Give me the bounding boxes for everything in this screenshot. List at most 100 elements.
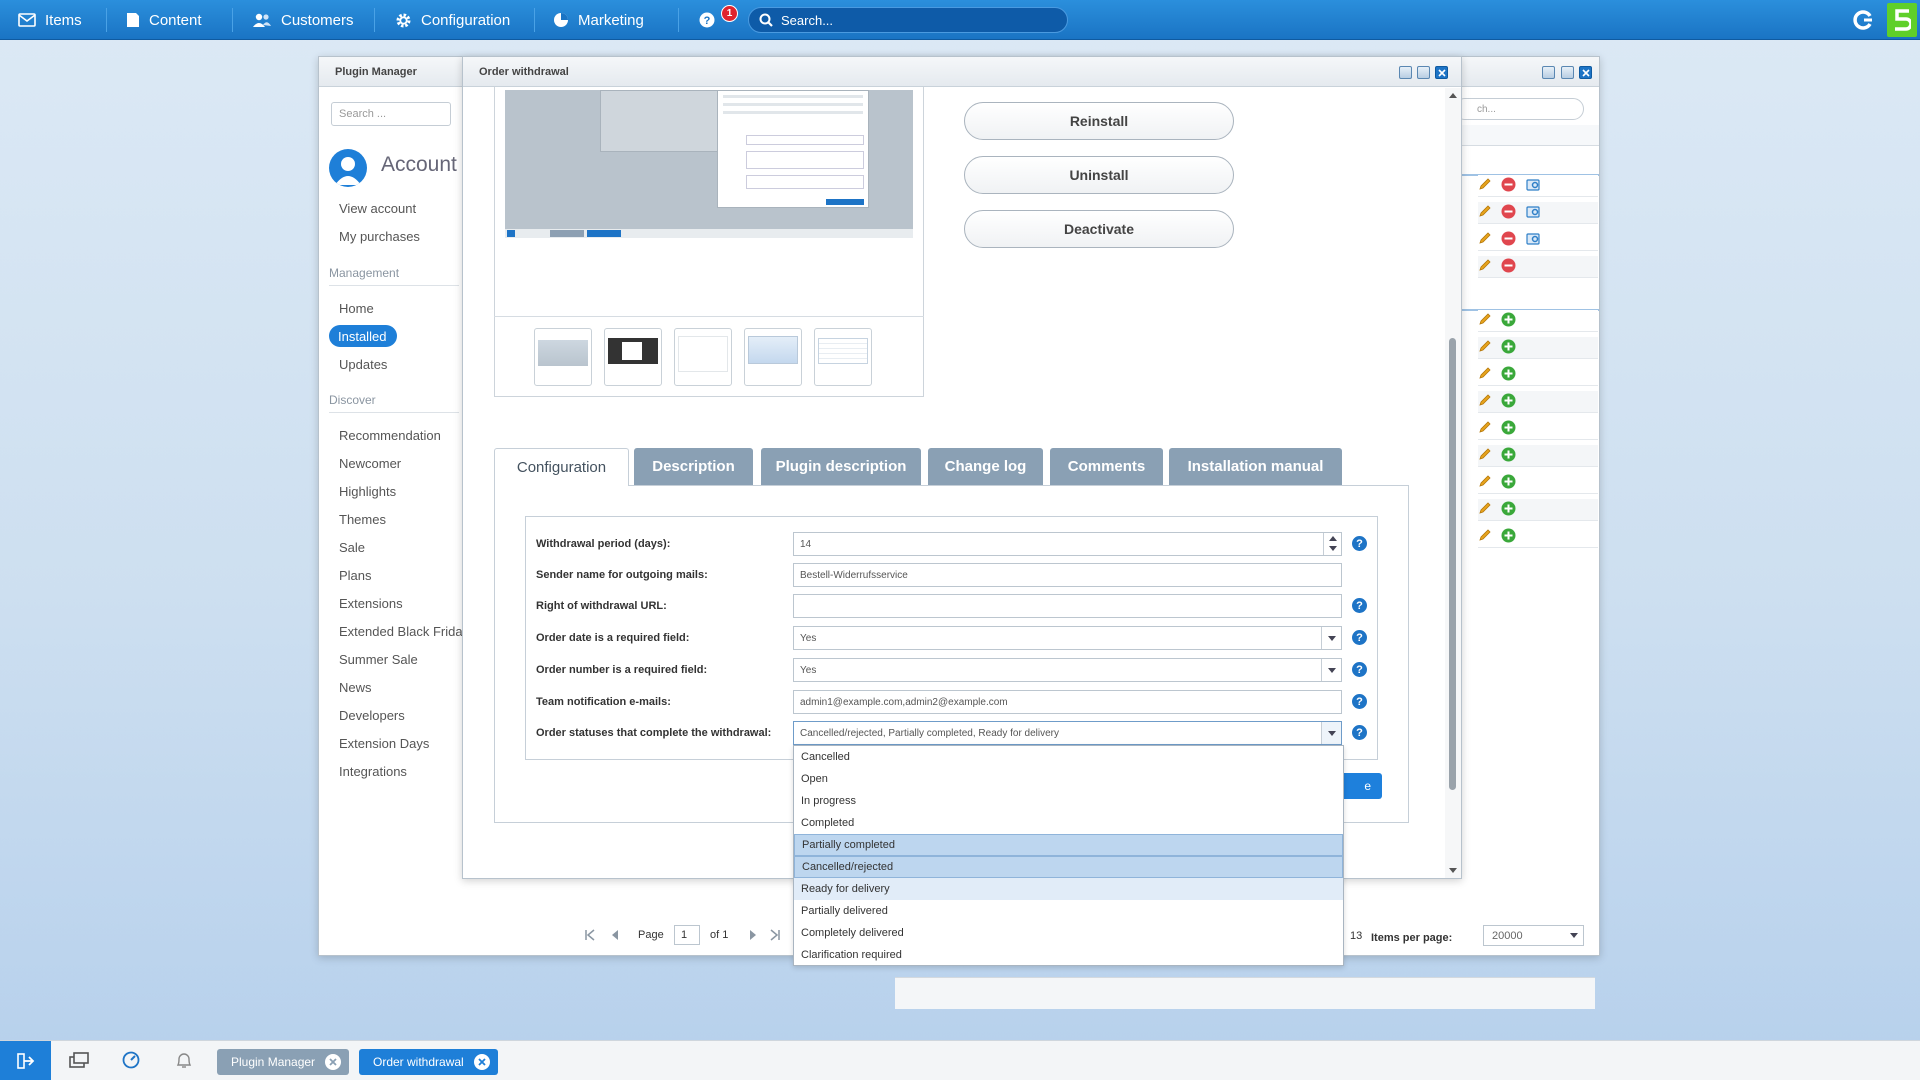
nav-items[interactable]: Items — [18, 0, 82, 40]
windows-icon[interactable] — [69, 1052, 89, 1068]
help-icon[interactable]: ? — [1352, 662, 1367, 677]
remove-icon[interactable] — [1501, 258, 1516, 273]
dropdown-trigger[interactable] — [1321, 722, 1341, 744]
gallery-thumbnail[interactable] — [534, 328, 592, 386]
gallery-thumbnail[interactable] — [604, 328, 662, 386]
gallery-thumbnail[interactable] — [744, 328, 802, 386]
sender-name-input[interactable]: Bestell-Widerrufsservice — [793, 563, 1342, 587]
nav-content[interactable]: Content — [126, 0, 202, 40]
nav-configuration[interactable]: Configuration — [395, 0, 510, 40]
add-icon[interactable] — [1501, 528, 1516, 543]
number-stepper[interactable] — [1323, 533, 1341, 555]
sidebar-item-newcomer[interactable]: Newcomer — [339, 456, 401, 471]
tab-description[interactable]: Description — [634, 448, 753, 485]
add-icon[interactable] — [1501, 339, 1516, 354]
order-statuses-multiselect[interactable]: Cancelled/rejected, Partially completed,… — [793, 721, 1342, 745]
option-ready-for-delivery[interactable]: Ready for delivery — [794, 878, 1343, 900]
deactivate-button[interactable]: Deactivate — [964, 210, 1234, 248]
sidebar-item-themes[interactable]: Themes — [339, 512, 386, 527]
sidebar-item-installed[interactable]: Installed — [329, 325, 397, 347]
chevron-up-icon[interactable] — [1329, 536, 1337, 541]
help-icon[interactable]: ? — [699, 12, 715, 28]
pencil-icon[interactable] — [1478, 258, 1492, 272]
add-icon[interactable] — [1501, 393, 1516, 408]
dashboard-icon[interactable] — [122, 1051, 140, 1069]
add-icon[interactable] — [1501, 447, 1516, 462]
taskbar-item-plugin-manager[interactable]: Plugin Manager — [217, 1049, 349, 1075]
option-completely-delivered[interactable]: Completely delivered — [794, 922, 1343, 944]
pencil-icon[interactable] — [1478, 393, 1492, 407]
close-button[interactable] — [1435, 66, 1448, 79]
taskbar-close-button[interactable] — [325, 1054, 341, 1070]
help-icon[interactable]: ? — [1352, 725, 1367, 740]
tab-installation-manual[interactable]: Installation manual — [1169, 448, 1342, 485]
config-icon[interactable] — [1526, 204, 1541, 219]
config-icon[interactable] — [1526, 177, 1541, 192]
sidebar-item-extensions[interactable]: Extensions — [339, 596, 403, 611]
pencil-icon[interactable] — [1478, 312, 1492, 326]
pencil-icon[interactable] — [1478, 177, 1492, 191]
gallery-thumbnail[interactable] — [814, 328, 872, 386]
help-icon[interactable]: ? — [1352, 536, 1367, 551]
option-cancelled[interactable]: Cancelled — [794, 746, 1343, 768]
close-button[interactable] — [1579, 66, 1592, 79]
add-icon[interactable] — [1501, 501, 1516, 516]
remove-icon[interactable] — [1501, 204, 1516, 219]
logout-button[interactable] — [0, 1041, 51, 1080]
pencil-icon[interactable] — [1478, 420, 1492, 434]
sidebar-item-developers[interactable]: Developers — [339, 708, 405, 723]
scrollbar-track[interactable] — [1445, 88, 1461, 878]
maximize-button[interactable] — [1417, 66, 1430, 79]
add-icon[interactable] — [1501, 366, 1516, 381]
nav-marketing[interactable]: Marketing — [553, 0, 644, 40]
option-clarification-required[interactable]: Clarification required — [794, 944, 1343, 966]
help-icon[interactable]: ? — [1352, 630, 1367, 645]
config-icon[interactable] — [1526, 231, 1541, 246]
refresh-icon[interactable] — [1851, 8, 1875, 32]
scrollbar-thumb[interactable] — [1449, 338, 1456, 790]
option-partially-completed[interactable]: Partially completed — [794, 834, 1343, 856]
first-page-icon[interactable] — [584, 929, 596, 941]
page-number-input[interactable]: 1 — [674, 925, 700, 945]
chevron-down-icon[interactable] — [1329, 546, 1337, 551]
sidebar-item-extended-black-friday[interactable]: Extended Black Friday — [339, 624, 469, 639]
option-in-progress[interactable]: In progress — [794, 790, 1343, 812]
scroll-up-icon[interactable] — [1449, 92, 1457, 98]
add-icon[interactable] — [1501, 474, 1516, 489]
plugin-list-search-input[interactable]: ch... — [1454, 98, 1584, 120]
order-withdrawal-titlebar[interactable]: Order withdrawal — [463, 57, 1461, 87]
tab-plugin-description[interactable]: Plugin description — [761, 448, 921, 485]
global-search-input[interactable]: Search... — [748, 7, 1068, 33]
next-page-icon[interactable] — [747, 929, 759, 941]
remove-icon[interactable] — [1501, 231, 1516, 246]
sidebar-item-summer-sale[interactable]: Summer Sale — [339, 652, 418, 667]
option-completed[interactable]: Completed — [794, 812, 1343, 834]
sidebar-item-updates[interactable]: Updates — [339, 357, 387, 372]
option-partially-delivered[interactable]: Partially delivered — [794, 900, 1343, 922]
sidebar-item-recommendation[interactable]: Recommendation — [339, 428, 441, 443]
minimize-button[interactable] — [1399, 66, 1412, 79]
pencil-icon[interactable] — [1478, 204, 1492, 218]
tab-change-log[interactable]: Change log — [928, 448, 1043, 485]
pencil-icon[interactable] — [1478, 501, 1492, 515]
taskbar-close-button[interactable] — [474, 1054, 490, 1070]
sidebar-item-extension-days[interactable]: Extension Days — [339, 736, 429, 751]
order-number-required-select[interactable]: Yes — [793, 658, 1342, 682]
pencil-icon[interactable] — [1478, 447, 1492, 461]
reinstall-button[interactable]: Reinstall — [964, 102, 1234, 140]
minimize-button[interactable] — [1542, 66, 1555, 79]
sidebar-item-news[interactable]: News — [339, 680, 372, 695]
tab-configuration[interactable]: Configuration — [494, 448, 629, 486]
dropdown-trigger[interactable] — [1321, 659, 1341, 681]
pencil-icon[interactable] — [1478, 366, 1492, 380]
withdrawal-url-input[interactable] — [793, 594, 1342, 618]
bell-icon[interactable] — [175, 1051, 193, 1070]
team-emails-input[interactable]: admin1@example.com,admin2@example.com — [793, 690, 1342, 714]
sidebar-item-view-account[interactable]: View account — [339, 201, 416, 216]
pencil-icon[interactable] — [1478, 231, 1492, 245]
nav-customers[interactable]: Customers — [252, 0, 354, 40]
option-cancelled-rejected[interactable]: Cancelled/rejected — [794, 856, 1343, 878]
sidebar-item-plans[interactable]: Plans — [339, 568, 372, 583]
last-page-icon[interactable] — [769, 929, 781, 941]
pencil-icon[interactable] — [1478, 339, 1492, 353]
